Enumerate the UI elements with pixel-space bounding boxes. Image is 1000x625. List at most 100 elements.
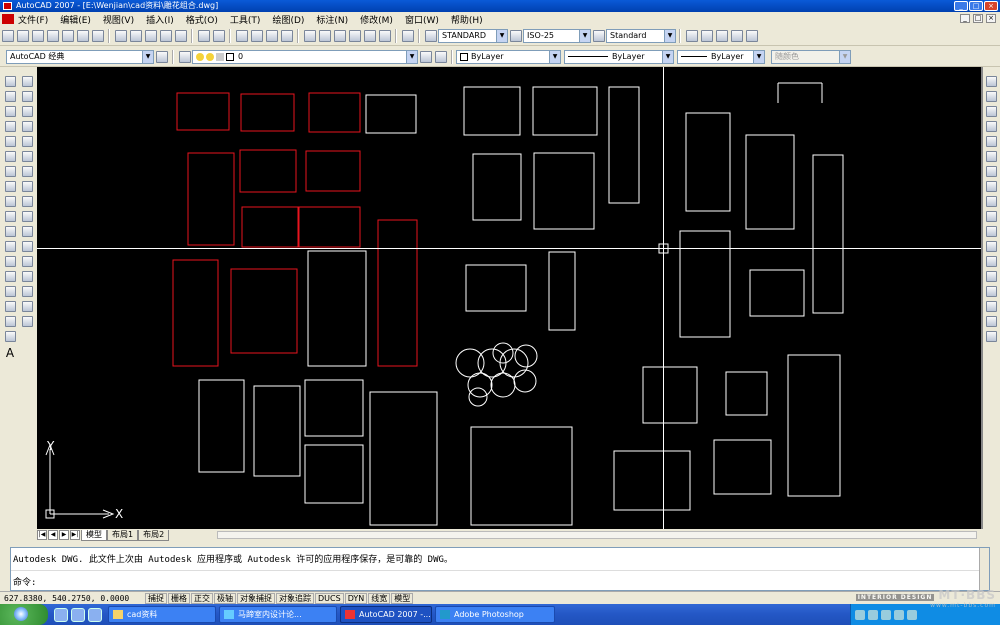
explode-icon[interactable] [21,316,33,327]
fillet-icon[interactable] [21,301,33,312]
circle-chain-panel[interactable] [455,342,538,407]
diameter-dim-icon[interactable] [985,166,997,177]
polar-toggle[interactable]: 极轴 [214,592,236,604]
publish-icon[interactable] [76,29,89,42]
block-editor-icon[interactable] [174,29,187,42]
menu-file[interactable]: 文件(F) [18,13,48,26]
insert-block-icon[interactable] [4,241,16,252]
stretch-icon[interactable] [21,196,33,207]
extend-icon[interactable] [21,226,33,237]
carving-panel[interactable] [749,269,805,317]
lineweight-toggle[interactable]: 线宽 [368,592,391,604]
undo-icon[interactable] [197,29,210,42]
aligned-dim-icon[interactable] [985,91,997,102]
start-button[interactable] [0,604,48,625]
multiline-text-icon[interactable]: A [6,346,14,360]
ordinate-dim-icon[interactable] [985,121,997,132]
walk-icon[interactable] [745,29,758,42]
erase-icon[interactable] [21,76,33,87]
text-style-icon[interactable] [424,29,437,42]
next-tab-icon[interactable]: ▶ [59,530,69,540]
table-icon[interactable] [4,331,16,342]
point-icon[interactable] [4,271,16,282]
menu-modify[interactable]: 修改(M) [360,13,393,26]
polyline-icon[interactable] [4,106,16,117]
materials-icon[interactable] [715,29,728,42]
carving-panel[interactable] [240,93,295,132]
carving-panel[interactable] [305,150,361,192]
revision-cloud-icon[interactable] [4,181,16,192]
array-icon[interactable] [21,136,33,147]
layer-select[interactable]: 0 ▼ [192,49,418,64]
ducs-toggle[interactable]: DUCS [315,592,344,604]
ellipse-arc-icon[interactable] [4,226,16,237]
carving-panel[interactable] [613,450,691,511]
trim-icon[interactable] [21,211,33,222]
doc-minimize-button[interactable]: _ [960,14,970,23]
lighting-icon[interactable] [700,29,713,42]
baseline-dim-icon[interactable] [985,211,997,222]
tolerance-icon[interactable] [985,256,997,267]
doc-close-button[interactable]: × [986,14,996,23]
spline-icon[interactable] [4,196,16,207]
zoom-realtime-icon[interactable] [250,29,263,42]
new-icon[interactable] [1,29,14,42]
cut-icon[interactable] [114,29,127,42]
carving-panel[interactable] [725,371,768,416]
make-block-icon[interactable] [4,256,16,267]
workspace-select[interactable]: AutoCAD 经典 ▼ [6,49,154,64]
offset-icon[interactable] [21,121,33,132]
radius-dim-icon[interactable] [985,136,997,147]
menu-view[interactable]: 视图(V) [103,13,134,26]
mirror-icon[interactable] [21,106,33,117]
network-icon[interactable] [855,609,865,620]
rotate-icon[interactable] [21,166,33,177]
hatch-icon[interactable] [4,286,16,297]
gradient-icon[interactable] [4,301,16,312]
ellipse-icon[interactable] [4,211,16,222]
linetype-control[interactable]: ByLayer ▼ [564,49,674,64]
doc-restore-button[interactable]: □ [973,14,983,23]
carving-panel[interactable] [304,444,364,504]
table-style-select[interactable]: Standard ▼ [606,28,676,43]
horizontal-scrollbar[interactable] [217,531,977,539]
dashboard-icon[interactable] [685,29,698,42]
tool-palettes-icon[interactable] [333,29,346,42]
ortho-toggle[interactable]: 正交 [191,592,213,604]
taskbar-item-browser[interactable]: 马蹄室内设计论... [219,606,337,623]
copy-object-icon[interactable] [21,91,33,102]
media-player-icon[interactable] [88,607,102,622]
layer-previous-icon[interactable] [434,50,447,63]
arc-length-icon[interactable] [985,106,997,117]
otrack-toggle[interactable]: 对象追踪 [276,592,314,604]
carving-panel[interactable] [679,230,731,338]
sheet-set-icon[interactable] [348,29,361,42]
render-icon[interactable] [730,29,743,42]
polygon-icon[interactable] [4,121,16,132]
linear-dim-icon[interactable] [985,76,997,87]
circle-icon[interactable] [4,166,16,177]
carving-panel[interactable] [230,268,298,354]
carving-panel[interactable] [685,112,731,212]
make-current-icon[interactable] [419,50,432,63]
lineweight-control[interactable]: ByLayer ▼ [677,49,765,64]
open-icon[interactable] [16,29,29,42]
text-style-select[interactable]: STANDARD ▼ [438,28,508,43]
carving-panel[interactable] [472,153,522,221]
carving-panel[interactable] [308,92,361,133]
menu-window[interactable]: 窗口(W) [405,13,439,26]
taskbar-item-autocad[interactable]: AutoCAD 2007 -... [340,606,432,623]
print-icon[interactable] [46,29,59,42]
prev-tab-icon[interactable]: ◀ [48,530,58,540]
menu-dimension[interactable]: 标注(N) [316,13,348,26]
carving-panel[interactable] [713,439,772,495]
layer-manager-icon[interactable] [178,50,191,63]
menu-insert[interactable]: 插入(I) [146,13,174,26]
construction-line-icon[interactable] [4,91,16,102]
angular-dim-icon[interactable] [985,181,997,192]
document-icon[interactable] [2,14,14,24]
carving-panel[interactable] [304,379,364,437]
tab-layout1[interactable]: 布局1 [107,529,139,541]
zoom-window-icon[interactable] [265,29,278,42]
chamfer-icon[interactable] [21,286,33,297]
